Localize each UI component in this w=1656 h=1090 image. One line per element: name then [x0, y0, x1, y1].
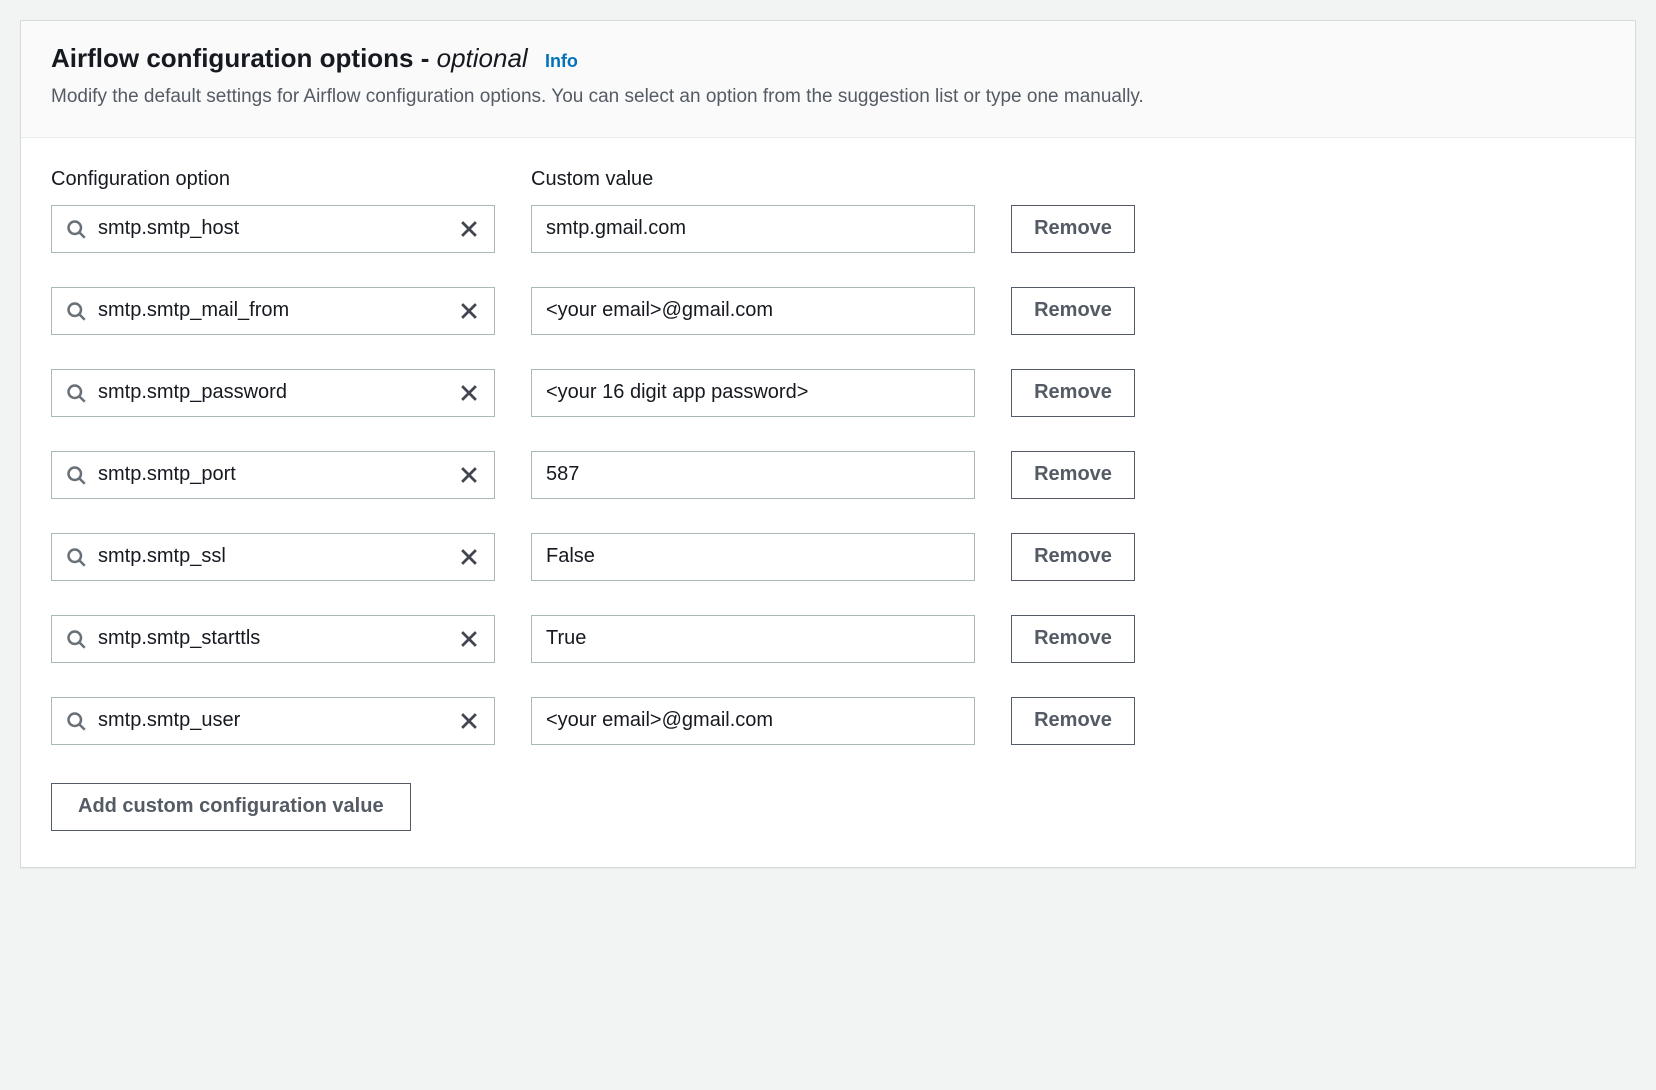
- title-main: Airflow configuration options: [51, 43, 414, 73]
- column-header-value: Custom value: [531, 168, 1605, 191]
- title-sep: -: [414, 43, 437, 73]
- config-option-input[interactable]: [86, 627, 450, 650]
- panel-header: Airflow configuration options - optional…: [21, 21, 1635, 138]
- add-config-button[interactable]: Add custom configuration value: [51, 783, 411, 831]
- custom-value-input[interactable]: [532, 616, 974, 662]
- config-option-field[interactable]: [51, 369, 495, 417]
- custom-value-field[interactable]: [531, 615, 975, 663]
- custom-value-field[interactable]: [531, 533, 975, 581]
- clear-icon[interactable]: [458, 710, 480, 732]
- remove-button[interactable]: Remove: [1011, 369, 1135, 417]
- config-row: Remove: [51, 287, 1605, 335]
- search-icon: [66, 465, 86, 485]
- config-option-field[interactable]: [51, 615, 495, 663]
- rows-container: Remove Remove Remove Remove Remove Remove Remo…: [51, 205, 1605, 745]
- config-panel: Airflow configuration options - optional…: [20, 20, 1636, 868]
- custom-value-input[interactable]: [532, 206, 974, 252]
- clear-icon[interactable]: [458, 628, 480, 650]
- remove-button[interactable]: Remove: [1011, 697, 1135, 745]
- config-row: Remove: [51, 697, 1605, 745]
- config-option-input[interactable]: [86, 299, 450, 322]
- config-option-input[interactable]: [86, 217, 450, 240]
- remove-button[interactable]: Remove: [1011, 451, 1135, 499]
- config-option-input[interactable]: [86, 463, 450, 486]
- clear-icon[interactable]: [458, 464, 480, 486]
- custom-value-input[interactable]: [532, 370, 974, 416]
- remove-button[interactable]: Remove: [1011, 205, 1135, 253]
- custom-value-field[interactable]: [531, 451, 975, 499]
- panel-body: Configuration option Custom value Remove…: [21, 138, 1635, 867]
- custom-value-input[interactable]: [532, 698, 974, 744]
- custom-value-field[interactable]: [531, 697, 975, 745]
- config-option-field[interactable]: [51, 533, 495, 581]
- custom-value-input[interactable]: [532, 452, 974, 498]
- column-header-option: Configuration option: [51, 168, 531, 191]
- custom-value-field[interactable]: [531, 205, 975, 253]
- custom-value-field[interactable]: [531, 287, 975, 335]
- custom-value-field[interactable]: [531, 369, 975, 417]
- search-icon: [66, 547, 86, 567]
- config-option-input[interactable]: [86, 709, 450, 732]
- panel-title: Airflow configuration options - optional: [51, 43, 535, 73]
- remove-button[interactable]: Remove: [1011, 533, 1135, 581]
- title-optional: optional: [437, 43, 528, 73]
- search-icon: [66, 301, 86, 321]
- remove-button[interactable]: Remove: [1011, 615, 1135, 663]
- custom-value-input[interactable]: [532, 534, 974, 580]
- search-icon: [66, 219, 86, 239]
- config-option-field[interactable]: [51, 205, 495, 253]
- config-option-field[interactable]: [51, 697, 495, 745]
- search-icon: [66, 629, 86, 649]
- config-row: Remove: [51, 615, 1605, 663]
- config-row: Remove: [51, 369, 1605, 417]
- config-row: Remove: [51, 533, 1605, 581]
- clear-icon[interactable]: [458, 382, 480, 404]
- config-option-input[interactable]: [86, 545, 450, 568]
- remove-button[interactable]: Remove: [1011, 287, 1135, 335]
- config-option-field[interactable]: [51, 287, 495, 335]
- config-option-input[interactable]: [86, 381, 450, 404]
- search-icon: [66, 711, 86, 731]
- info-link[interactable]: Info: [545, 51, 578, 71]
- clear-icon[interactable]: [458, 218, 480, 240]
- panel-description: Modify the default settings for Airflow …: [51, 84, 1605, 111]
- columns-header: Configuration option Custom value: [51, 168, 1605, 191]
- clear-icon[interactable]: [458, 300, 480, 322]
- custom-value-input[interactable]: [532, 288, 974, 334]
- search-icon: [66, 383, 86, 403]
- config-option-field[interactable]: [51, 451, 495, 499]
- config-row: Remove: [51, 451, 1605, 499]
- clear-icon[interactable]: [458, 546, 480, 568]
- config-row: Remove: [51, 205, 1605, 253]
